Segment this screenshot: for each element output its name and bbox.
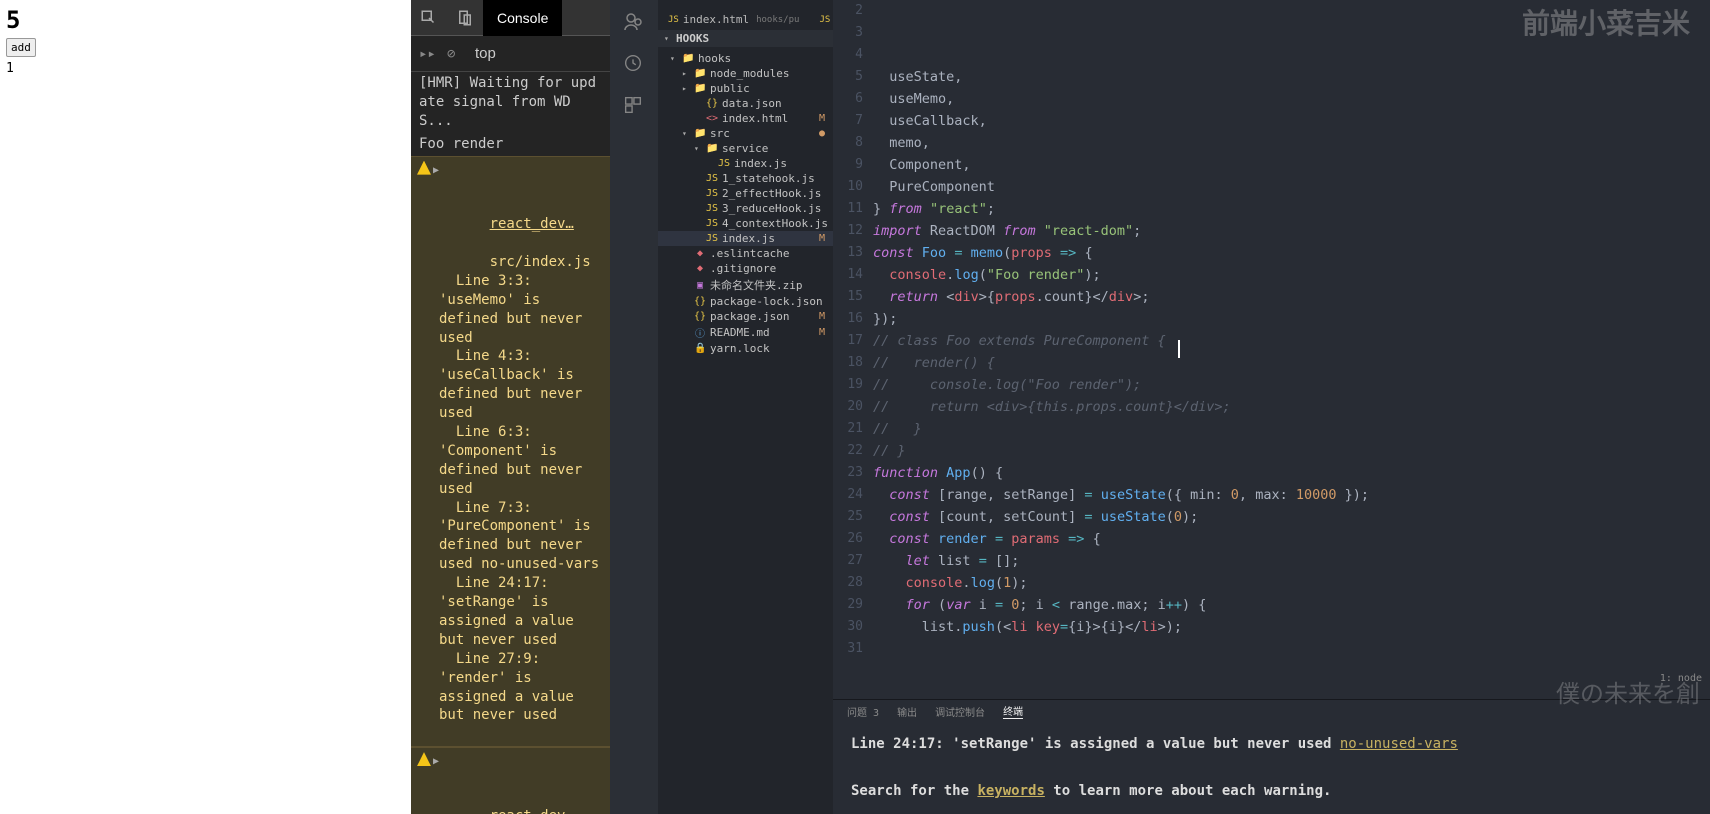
tree-item[interactable]: JS2_effectHook.js (658, 186, 833, 201)
clear-icon[interactable]: ⊘ (447, 46, 465, 62)
tree-item[interactable]: ▣未命名文件夹.zip (658, 276, 833, 294)
tree-item[interactable]: {}package-lock.json (658, 294, 833, 309)
warn-source-link[interactable]: react_dev… (490, 808, 574, 814)
tree-item[interactable]: ⓘREADME.mdM (658, 324, 833, 341)
line-gutter: 2345678910111213141516171819202122232425… (833, 0, 873, 699)
expand-icon[interactable]: ▶ (433, 755, 439, 769)
explorer-root[interactable]: ▾ HOOKS (658, 30, 833, 47)
tree-item[interactable]: ▾📁src● (658, 126, 833, 141)
console-toolbar: ▸▸ ⊘ top (411, 36, 610, 72)
devtools-panel: Console ▸▸ ⊘ top [HMR] Waiting for updat… (411, 0, 610, 814)
text-cursor (1178, 340, 1180, 358)
tree-item[interactable]: {}package.jsonM (658, 309, 833, 324)
vscode-window: JSindex.htmlhooks/puJS2_effectHook.jshoo… (610, 0, 1710, 814)
device-icon[interactable] (453, 6, 477, 30)
tree-item[interactable]: ▾📁hooks (658, 51, 833, 66)
tab-terminal[interactable]: 终端 (1003, 703, 1023, 719)
panel-tabs: 问题 3 输出 调试控制台 终端 1: node (833, 699, 1710, 723)
warning-icon (417, 161, 431, 175)
console-log: Foo render (411, 133, 610, 156)
warn-source-link[interactable]: react_dev… (490, 216, 574, 232)
tree-item[interactable]: ◆.gitignore (658, 261, 833, 276)
editor-scroll[interactable]: 2345678910111213141516171819202122232425… (833, 0, 1710, 699)
terminal-selector[interactable]: 1: node (1660, 673, 1702, 684)
extensions-icon[interactable] (622, 94, 646, 118)
tree-item[interactable]: ▸📁node_modules (658, 66, 833, 81)
tree-item[interactable]: JS3_reduceHook.js (658, 201, 833, 216)
console-warning[interactable]: ▶ react_dev… src/index.js Line 3:3: 'use… (411, 156, 610, 748)
tab-console[interactable]: Console (483, 0, 562, 36)
keywords-link[interactable]: keywords (977, 783, 1044, 799)
terminal-output[interactable]: Line 24:17: 'setRange' is assigned a val… (833, 723, 1710, 814)
counter-value: 5 (6, 6, 405, 34)
tree-item[interactable]: JS1_statehook.js (658, 171, 833, 186)
tree-item[interactable]: 🔒yarn.lock (658, 341, 833, 356)
tab-output[interactable]: 输出 (897, 704, 917, 719)
console-warning[interactable]: ▶ react_dev… src/index.js Line 3:3: 'use… (411, 747, 610, 814)
explorer-sidebar: JSindex.htmlhooks/puJS2_effectHook.jshoo… (658, 0, 833, 814)
root-label: HOOKS (676, 32, 709, 45)
open-editors: JSindex.htmlhooks/puJS2_effectHook.jshoo… (658, 0, 833, 30)
devtools-tabbar: Console (411, 0, 610, 36)
file-tree: ▾📁hooks▸📁node_modules▸📁public{}data.json… (658, 47, 833, 360)
warning-icon (417, 752, 431, 766)
chevron-down-icon: ▾ (664, 34, 672, 43)
expand-icon[interactable]: ▶ (433, 164, 439, 178)
eslint-rule-link[interactable]: no-unused-vars (1340, 736, 1458, 752)
add-button[interactable]: add (6, 38, 36, 57)
activity-bar (610, 0, 658, 814)
tree-item[interactable]: {}data.json (658, 96, 833, 111)
tree-item[interactable]: JS4_contextHook.js (658, 216, 833, 231)
console-body: [HMR] Waiting for update signal from WDS… (411, 72, 610, 814)
tree-item[interactable]: JSindex.jsM (658, 231, 833, 246)
tab-debug-console[interactable]: 调试控制台 (935, 704, 985, 719)
terminal-line: Search for the keywords to learn more ab… (851, 780, 1692, 804)
tree-item[interactable]: ▾📁service (658, 141, 833, 156)
accounts-icon[interactable] (622, 10, 646, 34)
rendered-li: 1 (6, 61, 405, 76)
browser-pane: 5 add 1 (0, 0, 411, 814)
tree-item[interactable]: ▸📁public (658, 81, 833, 96)
editor-area: 2345678910111213141516171819202122232425… (833, 0, 1710, 814)
code-content[interactable]: useState, useMemo, useCallback, memo, Co… (873, 0, 1710, 699)
inspect-icon[interactable] (417, 6, 441, 30)
tree-item[interactable]: ◆.eslintcache (658, 246, 833, 261)
sync-icon[interactable] (622, 52, 646, 76)
play-icon[interactable]: ▸▸ (419, 46, 437, 62)
context-selector[interactable]: top (475, 45, 496, 62)
tree-item[interactable]: JSindex.js (658, 156, 833, 171)
editor-tab[interactable]: JS2_effectHook.jshooks/src (809, 9, 833, 30)
tree-item[interactable]: <>index.htmlM (658, 111, 833, 126)
terminal-line: Line 24:17: 'setRange' is assigned a val… (851, 733, 1692, 757)
editor-tab[interactable]: JSindex.htmlhooks/pu (658, 9, 809, 30)
warn-text: src/index.js Line 3:3: 'useMemo' is defi… (439, 254, 599, 723)
tab-problems[interactable]: 问题 3 (847, 704, 879, 719)
console-log: [HMR] Waiting for update signal from WDS… (411, 72, 610, 133)
